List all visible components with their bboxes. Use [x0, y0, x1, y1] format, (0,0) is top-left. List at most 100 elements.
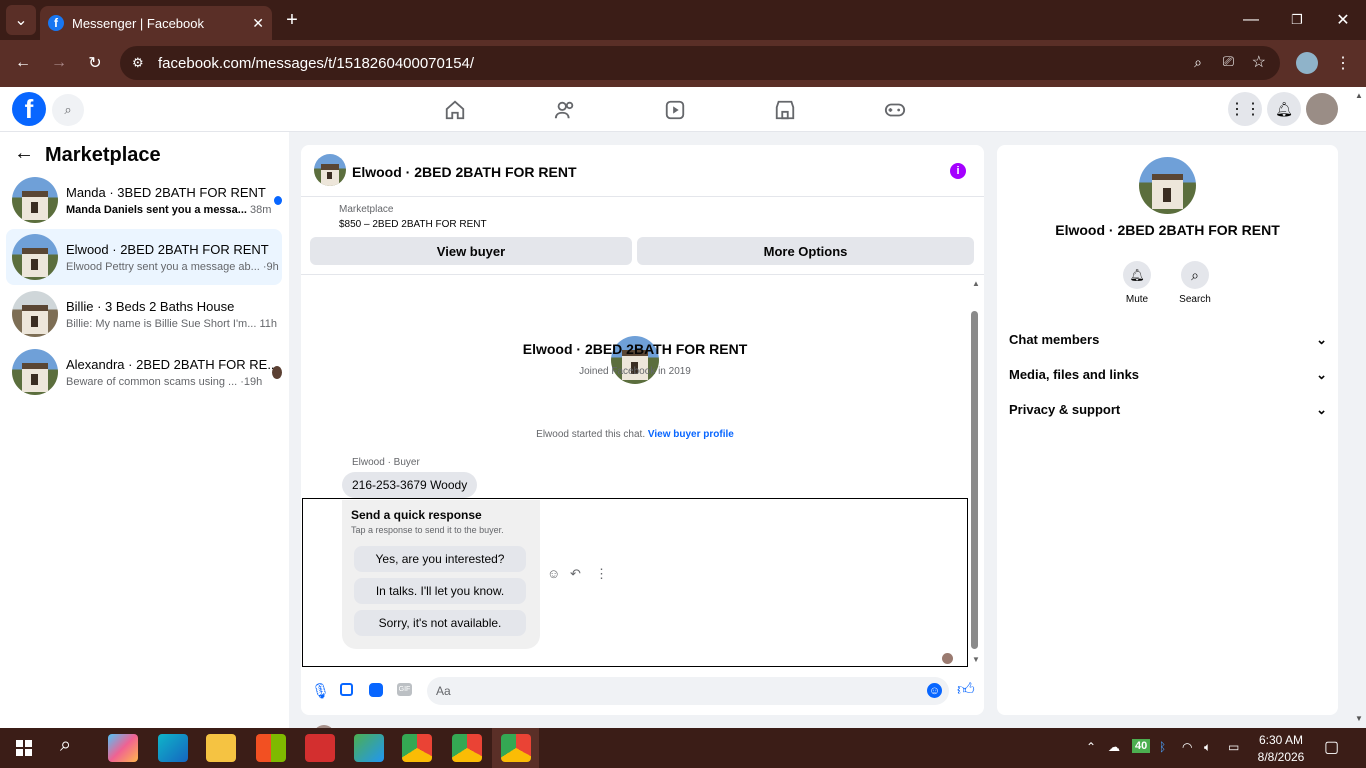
- details-avatar[interactable]: [1139, 157, 1196, 214]
- gaming-nav[interactable]: [875, 90, 915, 130]
- sticker-icon[interactable]: [369, 683, 383, 697]
- tab-list-icon[interactable]: ⌄: [6, 5, 36, 35]
- unread-dot-icon: [274, 195, 282, 205]
- photo-icon[interactable]: [340, 683, 353, 696]
- battery-icon[interactable]: ▭: [1228, 740, 1239, 754]
- chat-header-avatar[interactable]: [314, 154, 346, 186]
- chat-title[interactable]: Elwood · 2BED 2BATH FOR RENT: [352, 164, 577, 180]
- microphone-icon[interactable]: 🎙︎: [311, 682, 330, 700]
- joined-text: Joined Facebook in 2019: [579, 366, 691, 377]
- edge-icon[interactable]: [158, 734, 188, 762]
- chat-pane: Elwood · 2BED 2BATH FOR RENT i Marketpla…: [301, 145, 984, 747]
- temperature-badge[interactable]: 40: [1132, 739, 1151, 753]
- conversation-item[interactable]: Elwood · 2BED 2BATH FOR RENT Elwood Pett…: [6, 229, 282, 285]
- search-icon[interactable]: ⌕: [52, 94, 84, 126]
- more-actions-icon[interactable]: ⋮: [595, 566, 608, 582]
- chrome-active-icon[interactable]: [501, 734, 531, 762]
- message-bubble[interactable]: 216-253-3679 Woody: [342, 472, 478, 498]
- more-options-button[interactable]: More Options: [637, 237, 974, 265]
- react-icon[interactable]: ☺: [547, 566, 560, 581]
- conversation-time: ·19h: [240, 375, 263, 388]
- chat-started-text: Elwood started this chat.: [536, 429, 646, 440]
- conversation-preview: Elwood Pettry sent you a message ab...: [66, 260, 260, 273]
- conversation-item[interactable]: Billie · 3 Beds 2 Baths House Billie: My…: [6, 286, 282, 342]
- quick-response-button[interactable]: Sorry, it's not available.: [354, 610, 526, 636]
- restore-icon[interactable]: ❐: [1282, 5, 1312, 35]
- mute-icon[interactable]: 🔔︎: [1123, 261, 1151, 289]
- chrome-icon[interactable]: [402, 734, 432, 762]
- scroll-up-icon[interactable]: ▲: [972, 279, 980, 288]
- chrome-menu-icon[interactable]: ⋮: [1328, 48, 1358, 78]
- omnibox[interactable]: ⚙ facebook.com/messages/t/15182604000701…: [120, 46, 1280, 80]
- clock[interactable]: 6:30 AM 8/8/2026: [1256, 733, 1306, 764]
- minimize-icon[interactable]: —: [1236, 5, 1266, 35]
- like-thumb-icon[interactable]: 👍︎: [957, 679, 975, 700]
- marketplace-label: Marketplace: [339, 204, 394, 215]
- zoom-icon[interactable]: ⌕: [1194, 54, 1202, 71]
- menu-grid-icon[interactable]: ⋮⋮: [1228, 92, 1262, 126]
- app-icon-2[interactable]: [354, 734, 384, 762]
- tray-overflow-icon[interactable]: ⌃: [1086, 740, 1096, 754]
- taskbar-search-icon[interactable]: ⌕: [60, 734, 71, 757]
- message-input[interactable]: Aa: [427, 677, 949, 705]
- scroll-down-icon[interactable]: ▼: [972, 655, 980, 664]
- marketplace-header: Marketplace: [45, 144, 161, 166]
- install-icon[interactable]: ⎚: [1223, 53, 1234, 70]
- reply-icon[interactable]: ↶: [570, 566, 581, 582]
- scrollbar[interactable]: ▲ ▼: [969, 279, 980, 665]
- conversation-item[interactable]: Manda · 3BED 2BATH FOR RENT Manda Daniel…: [6, 172, 282, 228]
- browser-tab[interactable]: f Messenger | Facebook ✕: [40, 6, 272, 40]
- new-tab-icon[interactable]: +: [277, 5, 307, 35]
- accordion-chat-members[interactable]: Chat members ⌄: [1009, 332, 1327, 348]
- notification-center-icon[interactable]: ▢: [1324, 737, 1339, 757]
- info-icon[interactable]: i: [950, 163, 966, 179]
- search-chat-icon[interactable]: ⌕: [1181, 261, 1209, 289]
- view-buyer-button[interactable]: View buyer: [310, 237, 632, 265]
- mute-label: Mute: [1125, 294, 1149, 305]
- page-scroll-up-icon[interactable]: ▲: [1355, 91, 1363, 100]
- bluetooth-icon[interactable]: ᛒ: [1159, 740, 1166, 754]
- quick-response-button[interactable]: In talks. I'll let you know.: [354, 578, 526, 604]
- back-arrow-icon[interactable]: ←: [14, 142, 34, 165]
- start-icon[interactable]: [16, 740, 32, 756]
- conversation-item[interactable]: Alexandra · 2BED 2BATH FOR RE... Beware …: [6, 344, 282, 400]
- marketplace-nav[interactable]: [765, 90, 805, 130]
- profile-avatar[interactable]: [1296, 52, 1318, 74]
- conversation-time: ·9h: [262, 260, 279, 273]
- site-info-icon[interactable]: ⚙: [132, 55, 144, 71]
- video-nav[interactable]: [655, 90, 695, 130]
- view-buyer-profile-link[interactable]: View buyer profile: [648, 429, 734, 440]
- file-explorer-icon[interactable]: [206, 734, 236, 762]
- accordion-privacy[interactable]: Privacy & support ⌄: [1009, 402, 1327, 418]
- copilot-icon[interactable]: [108, 734, 138, 762]
- video-icon: [665, 100, 685, 120]
- bookmark-star-icon[interactable]: ☆: [1252, 52, 1266, 72]
- back-icon[interactable]: ←: [8, 48, 38, 78]
- conversation-avatar: [12, 349, 58, 395]
- friends-nav[interactable]: [545, 90, 585, 130]
- reload-icon[interactable]: ↻: [80, 48, 110, 78]
- listing-title[interactable]: $850 – 2BED 2BATH FOR RENT: [339, 219, 487, 230]
- home-nav[interactable]: [435, 90, 475, 130]
- account-avatar[interactable]: [1306, 93, 1338, 125]
- forward-icon[interactable]: →: [44, 48, 74, 78]
- scrollbar-thumb[interactable]: [971, 311, 978, 649]
- notifications-icon[interactable]: 🔔︎: [1267, 92, 1301, 126]
- volume-icon[interactable]: 🔈︎: [1204, 740, 1211, 755]
- quick-response-button[interactable]: Yes, are you interested?: [354, 546, 526, 572]
- conversation-time: 11h: [259, 317, 277, 330]
- conversation-avatar: [12, 177, 58, 223]
- app-icon[interactable]: [305, 734, 335, 762]
- close-tab-icon[interactable]: ✕: [252, 15, 264, 32]
- gif-icon[interactable]: GIF: [397, 683, 412, 696]
- close-window-icon[interactable]: ✕: [1328, 5, 1358, 35]
- conversation-preview: Beware of common scams using ...: [66, 375, 238, 388]
- chrome-profile-icon[interactable]: [452, 734, 482, 762]
- page-scroll-down-icon[interactable]: ▼: [1355, 714, 1363, 723]
- weather-icon[interactable]: ☁: [1108, 740, 1120, 754]
- facebook-logo-icon[interactable]: f: [12, 92, 46, 126]
- emoji-icon[interactable]: ☺: [927, 683, 942, 698]
- accordion-media[interactable]: Media, files and links ⌄: [1009, 367, 1327, 383]
- store-icon[interactable]: [256, 734, 286, 762]
- wifi-icon[interactable]: ◠: [1182, 740, 1192, 754]
